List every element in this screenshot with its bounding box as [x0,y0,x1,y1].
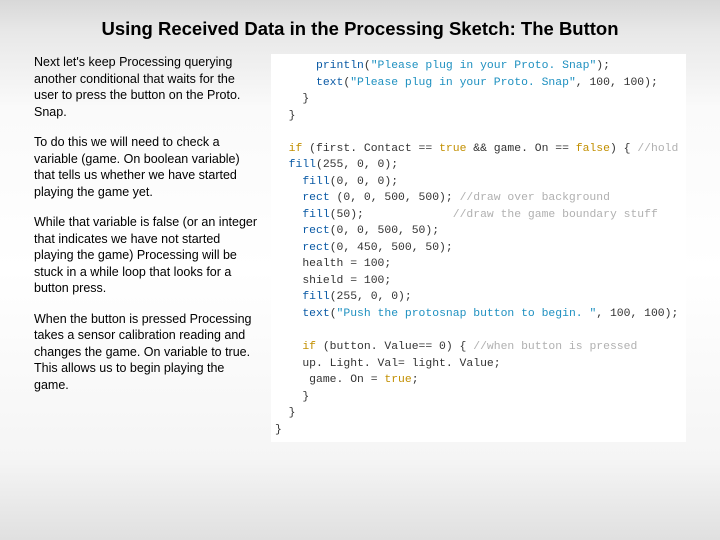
code-fn: rect [275,192,330,204]
code-text: ); [596,60,610,72]
paragraph-3: While that variable is false (or an inte… [34,214,259,297]
code-fn: println [275,60,364,72]
code-cmt: //draw the game boundary stuff [453,209,658,221]
code-text: ( [364,60,371,72]
code-cmt: //when button is pressed [473,341,637,353]
code-str: "Please plug in your Proto. Snap" [371,60,597,72]
code-fn: rect [275,242,330,254]
paragraph-1: Next let's keep Processing querying anot… [34,54,259,120]
code-kw: true [439,143,466,155]
code-text: (0, 0, 500, 500); [330,192,460,204]
code-text: } [275,110,296,122]
code-text: up. Light. Val= light. Value; [275,358,501,370]
code-text: shield = 100; [275,275,391,287]
code-text: ( [330,308,337,320]
code-text: health = 100; [275,258,391,270]
code-fn: rect [275,225,330,237]
code-text: } [275,424,282,436]
page-title: Using Received Data in the Processing Sk… [34,18,686,40]
code-text: , 100, 100); [596,308,678,320]
code-text: (0, 450, 500, 50); [330,242,453,254]
code-fn: text [275,308,330,320]
code-fn: fill [275,209,330,221]
code-text: && game. On == [466,143,575,155]
code-text: (first. Contact == [302,143,439,155]
code-text: (button. Value== 0) { [316,341,473,353]
code-text: ; [412,374,419,386]
code-text: } [275,93,309,105]
paragraph-4: When the button is pressed Processing ta… [34,311,259,394]
code-text: ) { [610,143,637,155]
code-fn: fill [275,176,330,188]
code-str: "Please plug in your Proto. Snap" [350,77,576,89]
code-cmt: //hold patt [637,143,686,155]
code-text: (50); [330,209,453,221]
prose-column: Next let's keep Processing querying anot… [34,54,259,442]
code-text: game. On = [275,374,384,386]
code-kw: true [384,374,411,386]
content-columns: Next let's keep Processing querying anot… [34,54,686,442]
code-cmt: //draw over background [460,192,610,204]
code-text: (255, 0, 0); [316,159,398,171]
code-kw: if [275,341,316,353]
code-fn: text [275,77,343,89]
code-text: (0, 0, 500, 50); [330,225,439,237]
code-fn: fill [275,291,330,303]
code-text: } [275,391,309,403]
code-kw: false [576,143,610,155]
code-kw: if [275,143,302,155]
code-str: "Push the protosnap button to begin. " [337,308,597,320]
code-text: (255, 0, 0); [330,291,412,303]
code-fn: fill [275,159,316,171]
paragraph-2: To do this we will need to check a varia… [34,134,259,200]
code-block: println("Please plug in your Proto. Snap… [271,54,686,442]
code-text: , 100, 100); [576,77,658,89]
code-text: } [275,407,296,419]
code-text: (0, 0, 0); [330,176,398,188]
